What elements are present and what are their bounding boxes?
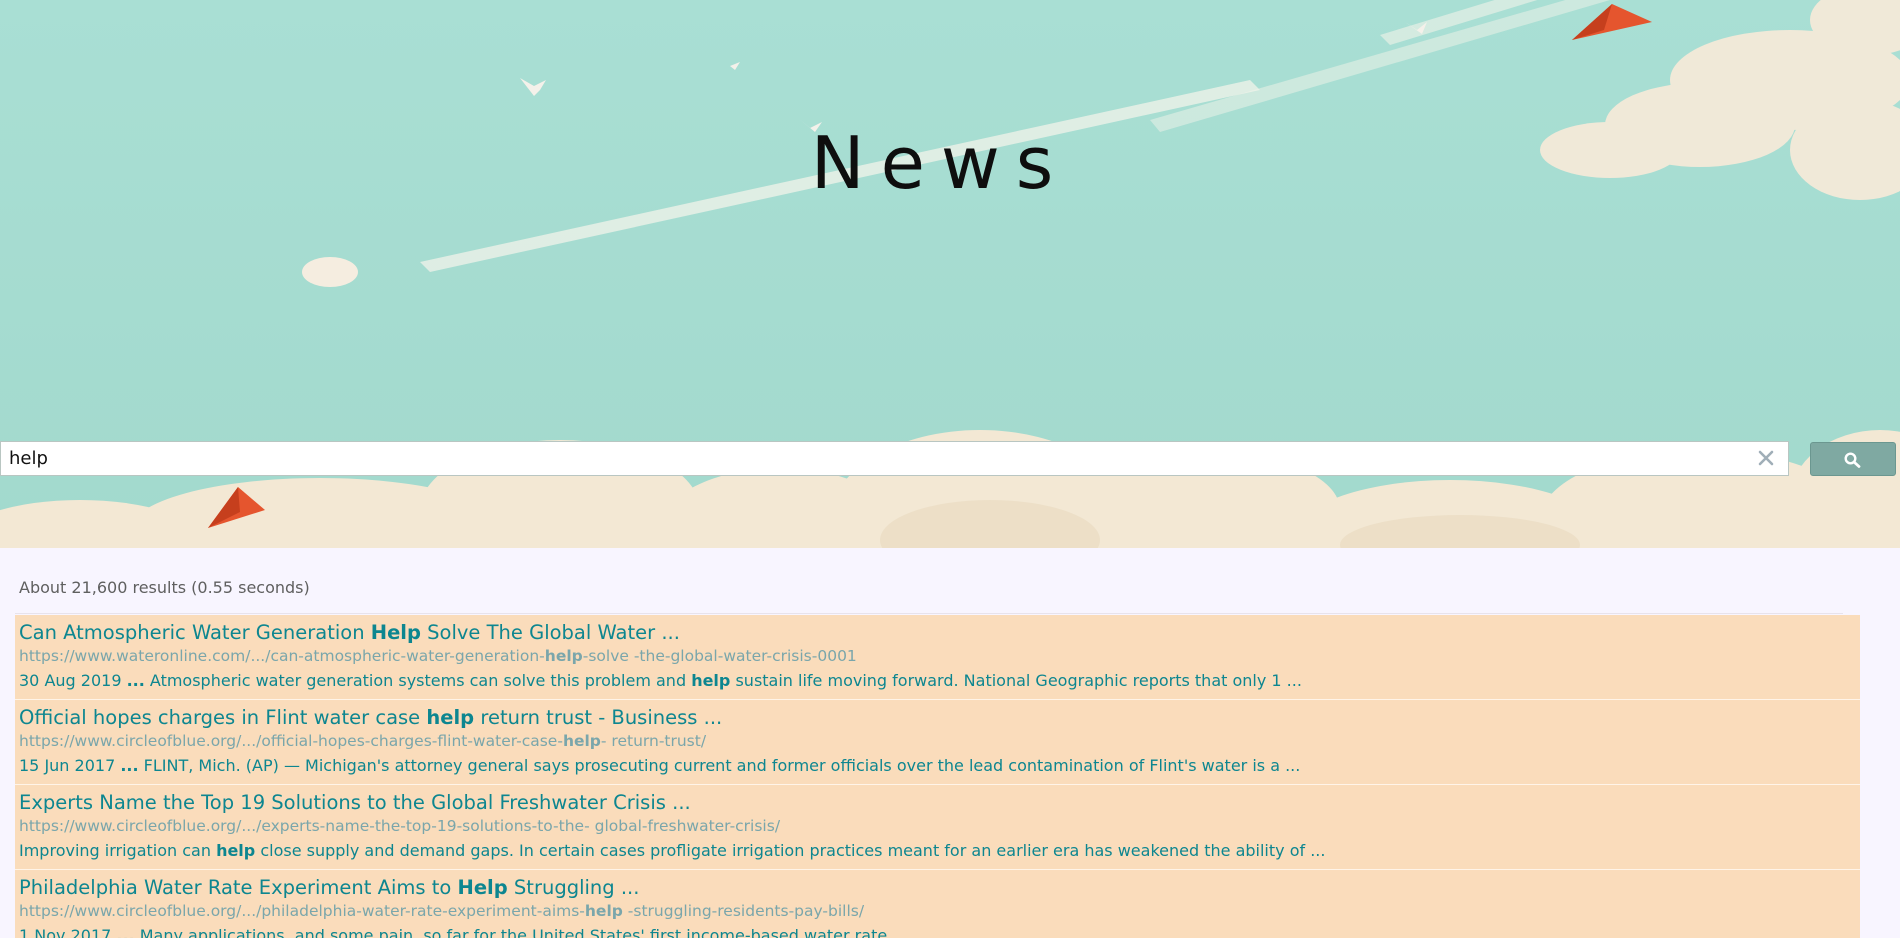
results-area: About 21,600 results (0.55 seconds) Can … (0, 548, 1900, 938)
search-button[interactable] (1810, 442, 1896, 476)
result-url: https://www.circleofblue.org/.../experts… (19, 817, 781, 835)
result-item: Philadelphia Water Rate Experiment Aims … (15, 870, 1860, 938)
result-title-link[interactable]: Philadelphia Water Rate Experiment Aims … (19, 876, 639, 899)
result-title-link[interactable]: Can Atmospheric Water Generation Help So… (19, 621, 680, 644)
search-icon (1844, 452, 1861, 468)
divider (15, 613, 1843, 614)
result-item: Can Atmospheric Water Generation Help So… (15, 615, 1860, 700)
page-title: News (810, 121, 1070, 205)
result-snippet: 15 Jun 2017 ... FLINT, Mich. (AP) — Mich… (19, 756, 1301, 775)
search-box (0, 441, 1789, 476)
results-list: Can Atmospheric Water Generation Help So… (15, 615, 1860, 938)
result-title-link[interactable]: Experts Name the Top 19 Solutions to the… (19, 791, 691, 814)
result-item: Official hopes charges in Flint water ca… (15, 700, 1860, 785)
result-snippet: Improving irrigation can help close supp… (19, 841, 1326, 860)
result-snippet: 1 Nov 2017 ... Many applications, and so… (19, 926, 908, 938)
search-input[interactable] (9, 442, 1749, 475)
results-count: About 21,600 results (0.55 seconds) (19, 578, 310, 597)
result-title-link[interactable]: Official hopes charges in Flint water ca… (19, 706, 722, 729)
result-snippet: 30 Aug 2019 ... Atmospheric water genera… (19, 671, 1302, 690)
result-item: Experts Name the Top 19 Solutions to the… (15, 785, 1860, 870)
close-icon[interactable] (1754, 446, 1778, 470)
result-url: https://www.circleofblue.org/.../philade… (19, 902, 865, 920)
result-url: https://www.wateronline.com/.../can-atmo… (19, 647, 857, 665)
result-url: https://www.circleofblue.org/.../officia… (19, 732, 707, 750)
page: News About 21,600 results (0.55 seconds)… (0, 0, 1900, 938)
